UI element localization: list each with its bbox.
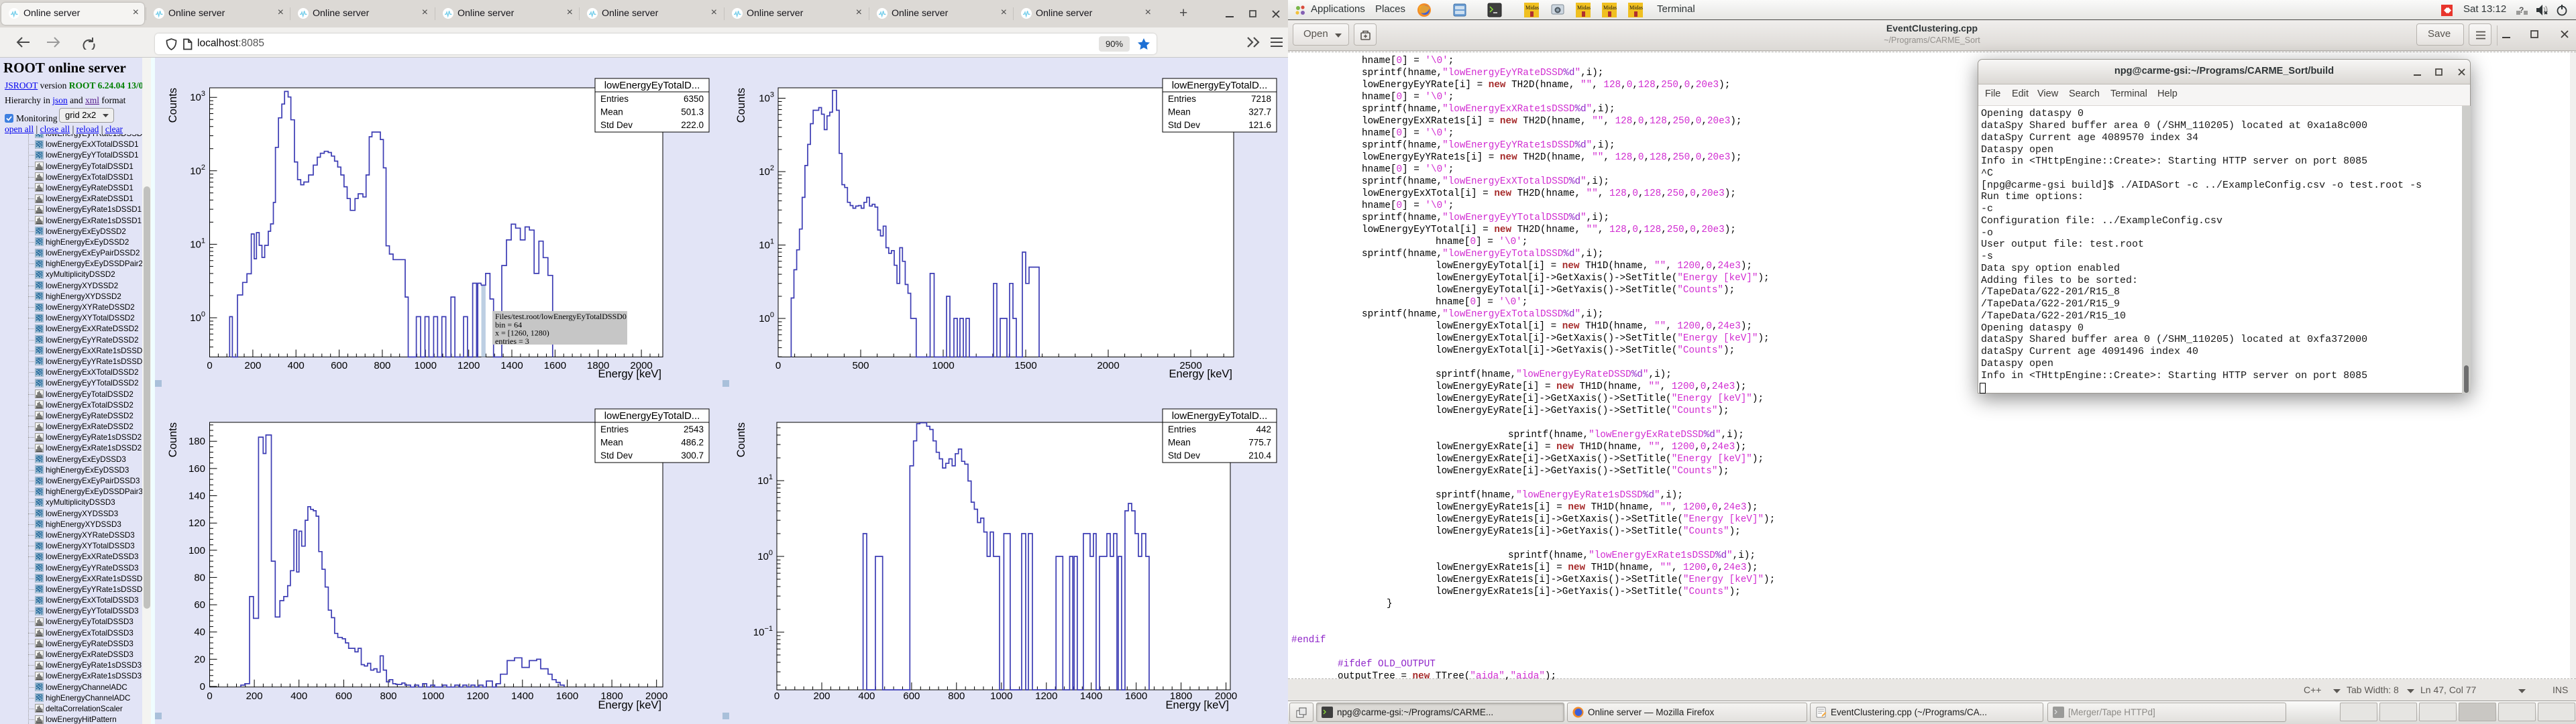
svg-text:Std Dev: Std Dev	[1168, 450, 1200, 461]
svg-text:1200: 1200	[467, 690, 489, 702]
svg-text:Energy [keV]: Energy [keV]	[1166, 699, 1229, 711]
svg-text:Entries: Entries	[600, 424, 629, 434]
svg-text:Mean: Mean	[600, 107, 623, 117]
svg-text:100: 100	[189, 545, 205, 556]
svg-text:Std Dev: Std Dev	[600, 120, 633, 130]
svg-text:Std Dev: Std Dev	[1168, 120, 1200, 130]
svg-text:Entries: Entries	[1168, 424, 1196, 434]
svg-text:800: 800	[948, 690, 965, 702]
svg-text:103: 103	[759, 91, 774, 105]
svg-text:Counts: Counts	[735, 422, 747, 457]
svg-text:Entries: Entries	[600, 94, 629, 104]
svg-text:entries = 3: entries = 3	[495, 337, 529, 346]
svg-text:103: 103	[190, 90, 205, 103]
svg-text:Energy [keV]: Energy [keV]	[598, 368, 661, 380]
svg-text:400: 400	[288, 360, 305, 371]
svg-text:1000: 1000	[422, 690, 444, 702]
svg-text:lowEnergyEyTotalD...: lowEnergyEyTotalD...	[604, 410, 700, 422]
svg-text:Mean: Mean	[600, 438, 623, 448]
svg-text:200: 200	[244, 360, 261, 371]
svg-text:Counts: Counts	[735, 88, 747, 123]
svg-text:1000: 1000	[415, 360, 437, 371]
svg-text:800: 800	[380, 690, 396, 702]
svg-text:10−1: 10−1	[753, 625, 773, 638]
svg-text:400: 400	[858, 690, 875, 702]
svg-text:200: 200	[246, 690, 263, 702]
svg-text:120: 120	[189, 518, 205, 529]
svg-text:100: 100	[190, 310, 205, 324]
svg-text:Midas: Midas	[1577, 5, 1591, 11]
svg-text:210.4: 210.4	[1248, 450, 1271, 461]
svg-text:600: 600	[335, 690, 352, 702]
svg-text:lowEnergyEyTotalD...: lowEnergyEyTotalD...	[1172, 80, 1268, 91]
svg-text:222.0: 222.0	[681, 120, 704, 130]
svg-text:Counts: Counts	[167, 422, 179, 457]
svg-text:200: 200	[813, 690, 830, 702]
svg-text:442: 442	[1256, 424, 1271, 434]
svg-text:lowEnergyEyTotalD...: lowEnergyEyTotalD...	[1172, 410, 1268, 422]
svg-text:Midas: Midas	[1603, 5, 1617, 11]
svg-text:100: 100	[757, 549, 773, 562]
svg-text:7218: 7218	[1251, 94, 1271, 104]
svg-text:20: 20	[194, 654, 205, 665]
svg-text:Std Dev: Std Dev	[600, 450, 633, 461]
svg-text:Mean: Mean	[1168, 107, 1191, 117]
svg-text:Midas: Midas	[1525, 5, 1539, 11]
svg-text:?: ?	[2519, 5, 2524, 15]
svg-text:Energy [keV]: Energy [keV]	[598, 699, 661, 711]
svg-text:1400: 1400	[1080, 690, 1102, 702]
svg-text:101: 101	[759, 238, 774, 251]
svg-text:102: 102	[759, 164, 774, 178]
svg-text:0: 0	[775, 360, 781, 371]
svg-text:1200: 1200	[1035, 690, 1057, 702]
svg-text:1400: 1400	[511, 690, 533, 702]
svg-text:140: 140	[189, 491, 205, 502]
svg-text:500: 500	[852, 360, 869, 371]
svg-text:80: 80	[194, 572, 205, 583]
svg-text:1600: 1600	[1125, 690, 1147, 702]
svg-text:501.3: 501.3	[681, 107, 704, 117]
svg-text:Entries: Entries	[1168, 94, 1196, 104]
svg-text:800: 800	[374, 360, 390, 371]
svg-text:1500: 1500	[1014, 360, 1036, 371]
svg-text:1000: 1000	[932, 360, 954, 371]
svg-text:600: 600	[903, 690, 920, 702]
svg-text:400: 400	[290, 690, 307, 702]
svg-text:2000: 2000	[1097, 360, 1119, 371]
svg-text:Energy [keV]: Energy [keV]	[1169, 368, 1232, 380]
svg-text:180: 180	[189, 436, 205, 447]
svg-text:327.7: 327.7	[1248, 107, 1271, 117]
svg-text:1600: 1600	[544, 360, 566, 371]
svg-text:Midas: Midas	[1629, 5, 1643, 11]
svg-text:0: 0	[207, 690, 212, 702]
svg-text:121.6: 121.6	[1248, 120, 1271, 130]
svg-text:2543: 2543	[684, 424, 704, 434]
svg-text:100: 100	[759, 311, 774, 324]
svg-text:Counts: Counts	[167, 88, 179, 123]
svg-text:101: 101	[757, 473, 773, 487]
svg-text:1400: 1400	[500, 360, 523, 371]
svg-text:1200: 1200	[458, 360, 480, 371]
svg-text:486.2: 486.2	[681, 438, 704, 448]
svg-text:60: 60	[194, 599, 205, 611]
svg-text:775.7: 775.7	[1248, 438, 1271, 448]
svg-text:Mean: Mean	[1168, 438, 1191, 448]
svg-text:1000: 1000	[990, 690, 1012, 702]
svg-text:40: 40	[194, 627, 205, 638]
svg-text:160: 160	[189, 463, 205, 475]
svg-text:102: 102	[190, 164, 205, 177]
svg-text:lowEnergyEyTotalD...: lowEnergyEyTotalD...	[604, 80, 700, 91]
svg-text:6350: 6350	[684, 94, 704, 104]
svg-text:300.7: 300.7	[681, 450, 704, 461]
svg-text:600: 600	[331, 360, 347, 371]
svg-text:0: 0	[200, 681, 205, 692]
svg-text:101: 101	[190, 237, 205, 250]
svg-text:1600: 1600	[556, 690, 578, 702]
svg-text:0: 0	[207, 360, 212, 371]
svg-text:0: 0	[774, 690, 780, 702]
